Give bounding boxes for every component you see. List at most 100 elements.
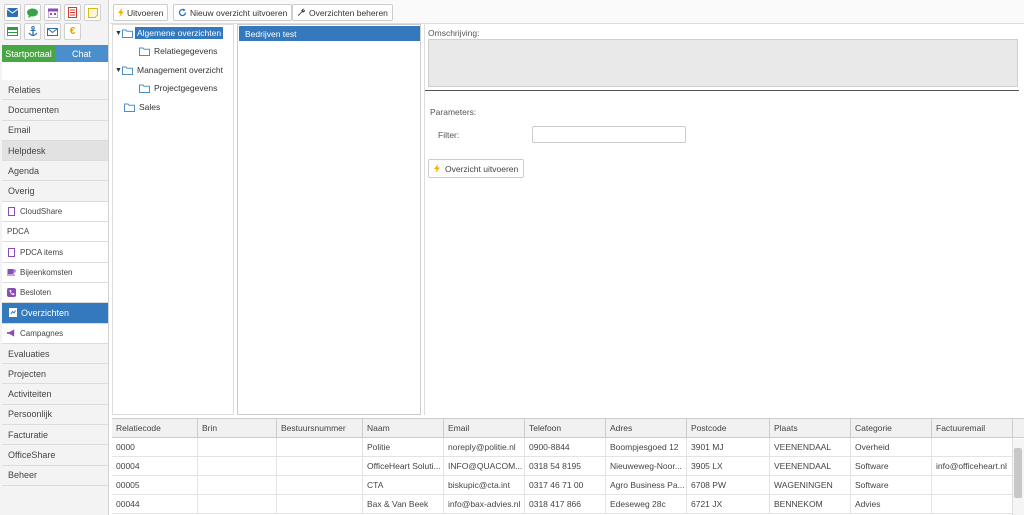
sidebar-item-label: Persoonlijk — [8, 409, 53, 420]
folder-icon — [139, 84, 150, 93]
table-cell: VEENENDAAL — [770, 457, 851, 475]
table-cell: 0900-8844 — [525, 438, 606, 456]
sidebar-item-officeshare[interactable]: OfficeShare — [2, 445, 108, 466]
anchor-icon[interactable] — [24, 23, 41, 40]
calendar-icon[interactable] — [44, 4, 61, 21]
grid-scrollbar-thumb[interactable] — [1014, 448, 1022, 498]
overview-list: Bedrijven test — [237, 24, 421, 415]
caret-down-icon[interactable]: ▼ — [115, 67, 122, 74]
sidebar-item-besloten[interactable]: Besloten — [2, 282, 108, 304]
caret-down-icon[interactable]: ▼ — [115, 30, 122, 37]
sidebar-item-overig[interactable]: Overig — [2, 181, 108, 202]
sidebar-item-projecten[interactable]: Projecten — [2, 364, 108, 385]
sidebar-item-label: Documenten — [8, 104, 60, 115]
sidebar-item-email[interactable]: Email — [2, 120, 108, 141]
sidebar-item-campagnes[interactable]: Campagnes — [2, 323, 108, 344]
table-cell: 00005 — [112, 476, 198, 494]
sidebar-item-label: Projecten — [8, 368, 47, 379]
file-icon — [7, 206, 16, 216]
column-header[interactable]: Categorie — [851, 419, 932, 437]
phone-icon — [7, 288, 16, 298]
table-cell — [277, 457, 363, 475]
sidebar-item-persoonlijk[interactable]: Persoonlijk — [2, 404, 108, 426]
description-label: Omschrijving: — [428, 28, 480, 38]
tree-node-label: Algemene overzichten — [135, 27, 224, 39]
tab-startportaal[interactable]: Startportaal — [2, 45, 55, 62]
sidebar-item-overzichten[interactable]: Overzichten — [2, 303, 108, 324]
table-row[interactable]: 00004 OfficeHeart Soluti... INFO@QUACOM...… — [112, 457, 1024, 476]
list-item-selected[interactable]: Bedrijven test — [239, 26, 420, 41]
envelope-icon[interactable] — [44, 23, 61, 40]
table-cell — [932, 438, 1013, 456]
column-header[interactable]: Plaats — [770, 419, 851, 437]
table-cell: VEENENDAAL — [770, 438, 851, 456]
column-header[interactable]: Telefoon — [525, 419, 606, 437]
table-cell: BENNEKOM — [770, 495, 851, 513]
table-cell — [277, 476, 363, 494]
tree-node-algemene-overzichten[interactable]: ▼ Algemene overzichten — [115, 27, 224, 39]
sticky-note-icon[interactable] — [84, 4, 101, 21]
column-header[interactable]: Brin — [198, 419, 277, 437]
table-cell: INFO@QUACOM... — [444, 457, 525, 475]
tree-node-sales[interactable]: Sales — [124, 101, 162, 113]
sidebar-item-documenten[interactable]: Documenten — [2, 100, 108, 121]
file-icon — [7, 247, 16, 257]
sidebar-item-activiteiten[interactable]: Activiteiten — [2, 384, 108, 405]
filter-input[interactable] — [532, 126, 686, 143]
sidebar-item-label: Beheer — [8, 470, 38, 481]
sidebar-item-cloudshare[interactable]: CloudShare — [2, 201, 108, 223]
manage-overviews-label: Overzichten beheren — [309, 7, 388, 18]
sidebar-item-label: Bijeenkomsten — [20, 267, 73, 277]
document-icon[interactable] — [64, 4, 81, 21]
column-header[interactable]: Factuuremail — [932, 419, 1013, 437]
column-header[interactable]: Bestuursnummer — [277, 419, 363, 437]
chat-bubble-icon[interactable] — [24, 4, 41, 21]
run-button[interactable]: Uitvoeren — [113, 4, 169, 21]
sidebar-item-evaluaties[interactable]: Evaluaties — [2, 343, 108, 365]
sidebar-item-label: Evaluaties — [8, 348, 50, 359]
sidebar-item-pdca[interactable]: PDCA — [2, 222, 108, 243]
table-row[interactable]: 0000 Politie noreply@politie.nl 0900-8844 Bo… — [112, 438, 1024, 457]
filter-label: Filter: — [438, 130, 460, 140]
table-icon[interactable] — [4, 23, 21, 40]
column-header[interactable]: Adres — [606, 419, 687, 437]
tree-node-projectgegevens[interactable]: Projectgegevens — [139, 82, 219, 94]
table-cell: 3901 MJ — [687, 438, 770, 456]
column-header[interactable]: Relatiecode — [112, 419, 198, 437]
sidebar-item-helpdesk[interactable]: Helpdesk — [2, 140, 108, 162]
table-cell: Advies — [851, 495, 932, 513]
run-overview-button[interactable]: Overzicht uitvoeren — [428, 159, 525, 178]
tab-chat[interactable]: Chat — [55, 45, 108, 62]
table-cell — [932, 476, 1013, 494]
sidebar-item-relaties[interactable]: Relaties — [2, 80, 108, 101]
sidebar-menu: Relaties Documenten Email Helpdesk Agenda Ove… — [2, 80, 108, 486]
sidebar-item-label: CloudShare — [20, 206, 63, 216]
mail-icon[interactable] — [4, 4, 21, 21]
sidebar-item-bijeenkomsten[interactable]: Bijeenkomsten — [2, 262, 108, 283]
sidebar-item-label: PDCA — [7, 227, 30, 237]
sidebar-item-beheer[interactable]: Beheer — [2, 465, 108, 486]
table-cell: Software — [851, 457, 932, 475]
wrench-icon — [297, 8, 306, 17]
detail-divider — [425, 90, 1019, 91]
table-row[interactable]: 00005 CTA biskupic@cta.int 0317 46 71 00 Agr… — [112, 476, 1024, 495]
table-cell: Nieuweweg-Noor... — [606, 457, 687, 475]
euro-icon[interactable]: € — [64, 23, 81, 40]
new-overview-button[interactable]: Nieuw overzicht uitvoeren — [173, 4, 293, 21]
manage-overviews-button[interactable]: Overzichten beheren — [292, 4, 393, 21]
column-header[interactable]: Naam — [363, 419, 444, 437]
sidebar-item-facturatie[interactable]: Facturatie — [2, 425, 108, 446]
sidebar-item-agenda[interactable]: Agenda — [2, 161, 108, 182]
column-header[interactable]: Email — [444, 419, 525, 437]
table-cell: 0000 — [112, 438, 198, 456]
column-header[interactable]: Postcode — [687, 419, 770, 437]
table-cell: WAGENINGEN — [770, 476, 851, 494]
tree-node-label: Management overzicht — [137, 65, 223, 75]
coffee-cup-icon — [7, 268, 16, 277]
sidebar-item-label: Campagnes — [20, 328, 64, 338]
table-row[interactable]: 00044 Bax & Van Beek info@bax-advies.nl 031… — [112, 495, 1024, 514]
tree-node-management-overzicht[interactable]: ▼ Management overzicht — [115, 64, 225, 76]
tree-node-relatiegegevens[interactable]: Relatiegegevens — [139, 45, 219, 57]
sidebar-item-label: Agenda — [8, 165, 40, 176]
sidebar-item-pdca-items[interactable]: PDCA items — [2, 242, 108, 263]
